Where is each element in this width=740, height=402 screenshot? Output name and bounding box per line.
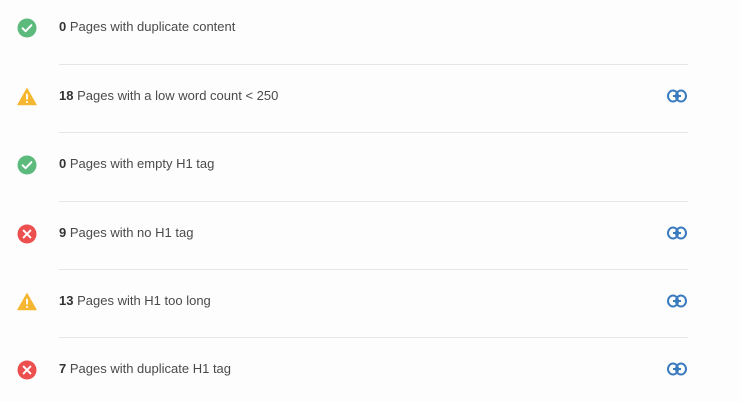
view-pages-link-icon[interactable]: [667, 89, 687, 103]
check-description: Pages with no H1 tag: [69, 225, 194, 240]
check-description: Pages with a low word count < 250: [77, 88, 279, 103]
divider: [59, 337, 688, 338]
error-x-circle-icon: [17, 224, 37, 244]
check-row-h1-too-long: 13 Pages with H1 too long: [0, 286, 740, 316]
check-row-no-h1: 9 Pages with no H1 tag: [0, 218, 740, 248]
check-circle-icon: [17, 155, 37, 175]
seo-checks-list: 0 Pages with duplicate content 18 Pages …: [0, 0, 740, 402]
check-description: Pages with duplicate H1 tag: [69, 361, 232, 376]
warning-triangle-icon: [17, 292, 37, 312]
check-label: 0 Pages with empty H1 tag: [59, 155, 214, 173]
check-count: 0: [59, 156, 67, 171]
check-count: 9: [59, 225, 67, 240]
check-label: 18 Pages with a low word count < 250: [59, 87, 278, 105]
check-label: 13 Pages with H1 too long: [59, 292, 211, 310]
view-pages-link-icon[interactable]: [667, 362, 687, 376]
error-x-circle-icon: [17, 360, 37, 380]
divider: [59, 132, 688, 133]
check-row-low-word-count: 18 Pages with a low word count < 250: [0, 81, 740, 111]
view-pages-link-icon[interactable]: [667, 226, 687, 240]
check-row-empty-h1: 0 Pages with empty H1 tag: [0, 149, 740, 179]
check-count: 7: [59, 361, 67, 376]
divider: [59, 201, 688, 202]
view-pages-link-icon[interactable]: [667, 294, 687, 308]
check-row-duplicate-h1: 7 Pages with duplicate H1 tag: [0, 354, 740, 384]
divider: [59, 269, 688, 270]
check-circle-icon: [17, 18, 37, 38]
check-label: 0 Pages with duplicate content: [59, 18, 235, 36]
check-description: Pages with H1 too long: [77, 293, 211, 308]
check-count: 13: [59, 293, 74, 308]
check-label: 9 Pages with no H1 tag: [59, 224, 193, 242]
check-description: Pages with duplicate content: [69, 19, 236, 34]
warning-triangle-icon: [17, 87, 37, 107]
check-count: 18: [59, 88, 74, 103]
check-row-duplicate-content: 0 Pages with duplicate content: [0, 12, 740, 42]
check-count: 0: [59, 19, 67, 34]
check-label: 7 Pages with duplicate H1 tag: [59, 360, 231, 378]
check-description: Pages with empty H1 tag: [69, 156, 215, 171]
divider: [59, 64, 688, 65]
